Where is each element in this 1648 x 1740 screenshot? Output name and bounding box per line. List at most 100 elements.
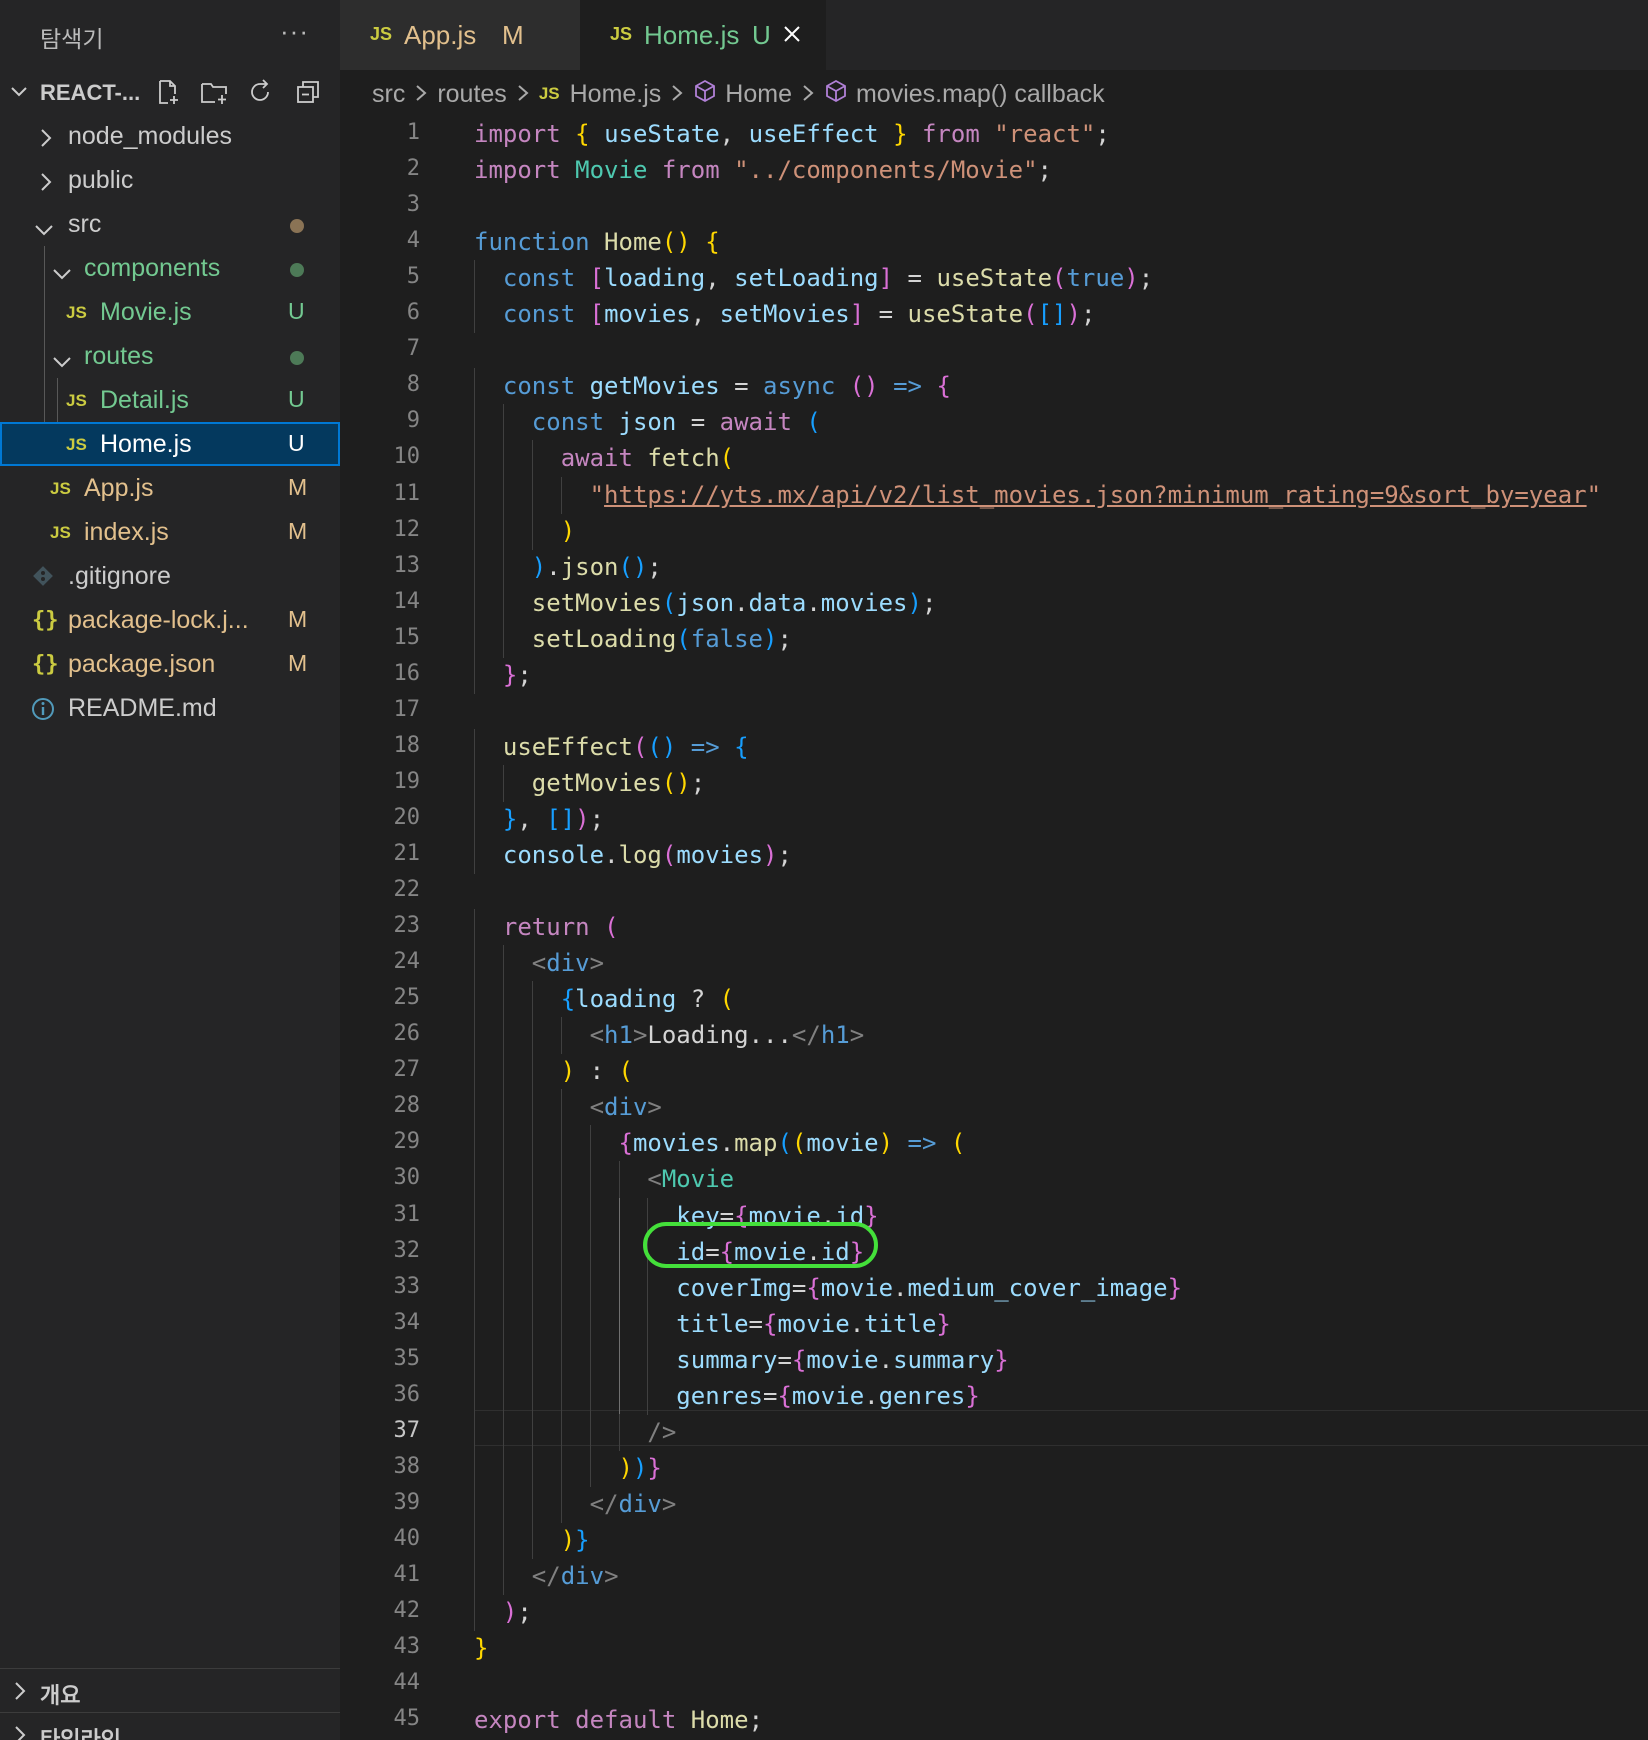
code-line[interactable]: </div> — [474, 1558, 619, 1594]
code-editor[interactable]: 1 2 3 4 5 6 7 8 9 10 11 12 13 14 15 16 17 18 19 20 21 22 23 24 2… — [340, 114, 1648, 1740]
code-line[interactable]: getMovies(); — [474, 765, 705, 801]
timeline-panel-header[interactable]: 타임라인 — [0, 1712, 340, 1740]
breadcrumb-routes[interactable]: routes — [437, 80, 506, 109]
tree-file-package-lock-json[interactable]: {} package-lock.j... M — [0, 598, 340, 642]
symbol-cube-icon — [693, 79, 717, 110]
chevron-down-icon — [10, 81, 28, 107]
tree-file-app-js[interactable]: JS App.js M — [0, 466, 340, 510]
tree-item-label: package-lock.j... — [68, 606, 249, 634]
code-line[interactable]: <div> — [474, 945, 604, 981]
code-line[interactable]: "https://yts.mx/api/v2/list_movies.json?… — [474, 477, 1601, 513]
git-status-badge: M — [288, 606, 308, 632]
outline-panel-header[interactable]: 개요 — [0, 1668, 340, 1713]
code-line[interactable]: import { useState, useEffect } from "rea… — [474, 116, 1110, 152]
code-line[interactable]: export default Home; — [474, 1702, 763, 1738]
tree-file-package-json[interactable]: {} package.json M — [0, 642, 340, 686]
code-line[interactable]: console.log(movies); — [474, 837, 792, 873]
code-line[interactable]: {loading ? ( — [474, 981, 734, 1017]
git-status-badge: U — [288, 386, 305, 412]
code-line[interactable]: const [movies, setMovies] = useState([])… — [474, 296, 1095, 332]
code-line[interactable]: const getMovies = async () => { — [474, 368, 951, 404]
refresh-icon[interactable] — [246, 78, 274, 106]
tab-git-status: U — [752, 20, 771, 50]
code-line[interactable]: ))} — [474, 1450, 662, 1486]
tree-folder-public[interactable]: public — [0, 158, 340, 202]
tree-folder-routes[interactable]: routes — [0, 334, 340, 378]
code-line[interactable]: }, []); — [474, 801, 604, 837]
code-line[interactable]: ) : ( — [474, 1053, 633, 1089]
git-status-badge: M — [288, 518, 308, 544]
code-line[interactable]: {movies.map((movie) => ( — [474, 1125, 966, 1161]
tree-file-gitignore[interactable]: .gitignore — [0, 554, 340, 598]
code-line[interactable]: genres={movie.genres} — [474, 1378, 979, 1414]
line-number: 33 — [393, 1273, 421, 1299]
editor-tab-bar: JS App.js M JS Home.js U — [340, 0, 1648, 70]
line-number: 11 — [393, 480, 421, 506]
tab-label: Home.js — [644, 20, 740, 50]
code-line[interactable]: title={movie.title} — [474, 1306, 951, 1342]
code-line[interactable]: </div> — [474, 1486, 677, 1522]
more-actions-icon[interactable]: ··· — [280, 16, 309, 47]
chevron-down-icon — [52, 348, 72, 377]
tab-home-js[interactable]: JS Home.js U — [580, 0, 826, 70]
line-number: 10 — [393, 444, 421, 470]
code-line[interactable]: coverImg={movie.medium_cover_image} — [474, 1270, 1182, 1306]
code-line[interactable]: summary={movie.summary} — [474, 1342, 1008, 1378]
line-number: 27 — [393, 1057, 421, 1083]
new-file-icon[interactable] — [154, 78, 182, 106]
line-number: 17 — [393, 696, 421, 722]
tree-file-movie-js[interactable]: JS Movie.js U — [0, 290, 340, 334]
line-number: 21 — [393, 841, 421, 866]
breadcrumb-symbol-callback[interactable]: movies.map() callback — [856, 80, 1105, 109]
code-line[interactable]: )} — [474, 1522, 590, 1558]
tree-folder-node-modules[interactable]: node_modules — [0, 114, 340, 158]
panel-label: 개요 — [40, 1683, 81, 1708]
line-number: 28 — [393, 1093, 421, 1119]
breadcrumb-symbol-home[interactable]: Home — [725, 80, 792, 109]
collapse-all-icon[interactable] — [294, 78, 322, 106]
tree-folder-components[interactable]: components — [0, 246, 340, 290]
close-icon[interactable] — [780, 22, 804, 53]
code-line[interactable]: }; — [474, 657, 532, 693]
tree-file-detail-js[interactable]: JS Detail.js U — [0, 378, 340, 422]
code-line[interactable]: function Home() { — [474, 224, 720, 260]
code-line[interactable]: <Movie — [474, 1161, 734, 1197]
code-line[interactable]: return ( — [474, 909, 619, 945]
code-line[interactable]: useEffect(() => { — [474, 729, 749, 765]
code-line[interactable]: ) — [474, 513, 575, 549]
code-line[interactable]: const json = await ( — [474, 404, 821, 440]
tree-item-label: src — [68, 210, 102, 238]
line-number: 6 — [406, 300, 420, 326]
code-line[interactable]: await fetch( — [474, 440, 734, 476]
workspace-root-header[interactable]: REACT-... — [0, 72, 340, 112]
chevron-right-icon — [38, 170, 54, 199]
workspace-root-label: REACT-... — [40, 80, 141, 105]
tab-app-js[interactable]: JS App.js M — [340, 0, 580, 70]
code-line[interactable]: <h1>Loading...</h1> — [474, 1017, 865, 1053]
code-line[interactable]: ); — [474, 1594, 532, 1630]
code-line[interactable]: import Movie from "../components/Movie"; — [474, 152, 1052, 188]
tree-item-label: Detail.js — [100, 386, 189, 414]
code-line[interactable]: } — [474, 1630, 488, 1666]
code-line[interactable]: ).json(); — [474, 549, 662, 585]
info-icon — [31, 697, 55, 728]
code-line[interactable]: <div> — [474, 1089, 662, 1125]
chevron-right-icon — [415, 80, 427, 109]
tree-folder-src[interactable]: src — [0, 202, 340, 246]
line-number: 44 — [393, 1670, 421, 1696]
breadcrumb-src[interactable]: src — [372, 80, 405, 109]
tree-file-home-js[interactable]: JS Home.js U — [0, 422, 340, 466]
tree-file-index-js[interactable]: JS index.js M — [0, 510, 340, 554]
breadcrumb-file[interactable]: Home.js — [570, 80, 662, 109]
tree-item-label: Home.js — [100, 430, 192, 458]
code-line[interactable]: /> — [474, 1414, 676, 1450]
modified-dot — [290, 219, 304, 233]
js-file-icon: JS — [538, 84, 560, 103]
line-number: 45 — [393, 1706, 421, 1732]
tree-item-label: App.js — [84, 474, 154, 502]
code-line[interactable]: const [loading, setLoading] = useState(t… — [474, 260, 1153, 296]
code-line[interactable]: setLoading(false); — [474, 621, 792, 657]
code-line[interactable]: setMovies(json.data.movies); — [474, 585, 937, 621]
tree-file-readme-md[interactable]: README.md — [0, 686, 340, 730]
new-folder-icon[interactable] — [200, 78, 228, 106]
